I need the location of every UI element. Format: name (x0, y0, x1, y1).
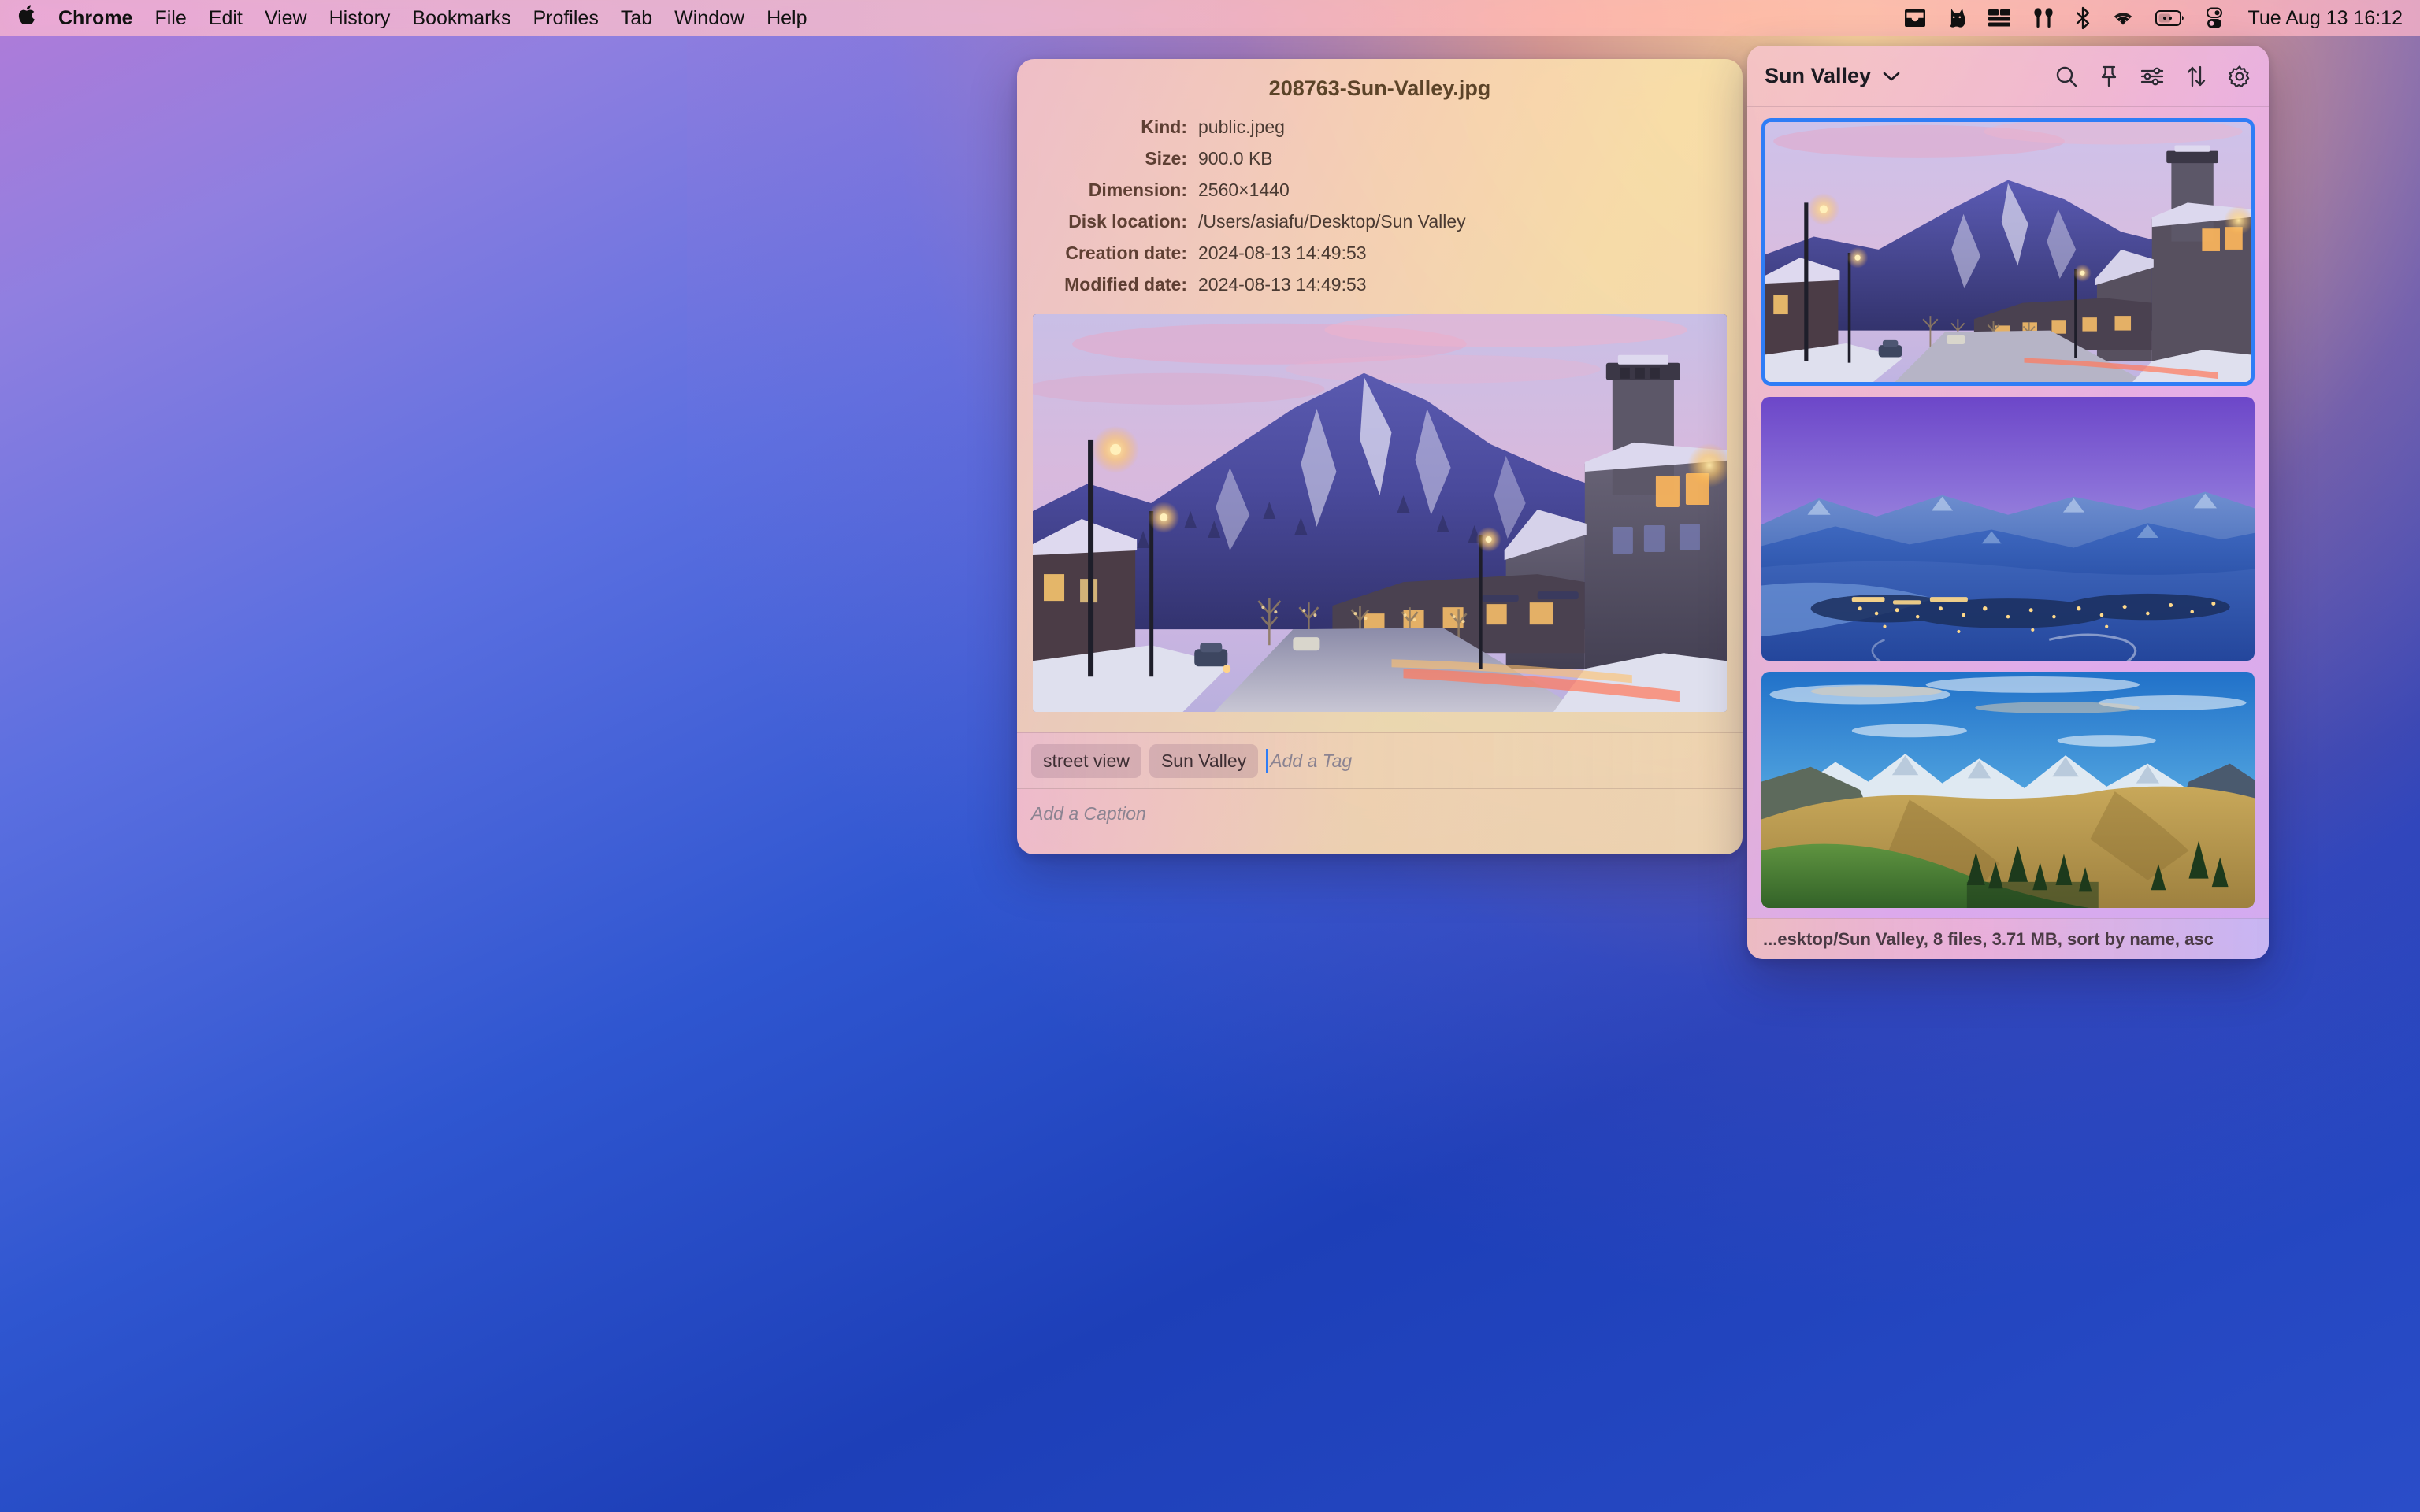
chevron-down-icon[interactable] (1882, 70, 1901, 83)
text-cursor (1266, 748, 1269, 773)
menu-item-profiles[interactable]: Profiles (533, 7, 598, 30)
menu-item-window[interactable]: Window (674, 7, 744, 30)
metadata-label-disk-location: Disk location: (1068, 211, 1187, 232)
metadata-label-kind: Kind: (1141, 117, 1187, 137)
sort-icon[interactable] (2185, 65, 2207, 88)
apple-logo-icon[interactable] (17, 3, 38, 32)
image-info-window: 208763-Sun-Valley.jpg Kind: public.jpeg … (1017, 59, 1743, 854)
gear-icon[interactable] (2228, 65, 2251, 88)
inbox-icon[interactable] (1903, 8, 1927, 28)
metadata-value-modified-date: 2024-08-13 14:49:53 (1198, 274, 1367, 295)
thumbnail-item[interactable] (1761, 397, 2255, 661)
image-browser-panel: Sun Valley ...esktop/Sun Valley, 8 files… (1747, 46, 2269, 959)
metadata-value-creation-date: 2024-08-13 14:49:53 (1198, 243, 1367, 263)
browser-header: Sun Valley (1747, 46, 2269, 107)
menu-item-tab[interactable]: Tab (621, 7, 652, 30)
airpods-icon[interactable] (2032, 7, 2055, 29)
metadata-label-dimension: Dimension: (1088, 180, 1187, 200)
metadata-label-modified-date: Modified date: (1064, 274, 1187, 295)
wifi-icon[interactable] (2110, 9, 2136, 28)
tag-bar[interactable]: street view Sun Valley Add a Tag (1017, 732, 1743, 789)
tag-pill-street-view[interactable]: street view (1031, 743, 1141, 778)
metadata-label-creation-date: Creation date: (1065, 243, 1187, 263)
menu-item-chrome[interactable]: Chrome (58, 7, 132, 30)
metadata-value-dimension: 2560×1440 (1198, 180, 1290, 200)
filter-icon[interactable] (2140, 65, 2165, 88)
control-center-icon[interactable] (2205, 7, 2224, 29)
thumbnail-item-selected[interactable] (1761, 118, 2255, 386)
thumbnail-list[interactable] (1747, 107, 2269, 918)
macos-menu-bar: Chrome File Edit View History Bookmarks … (0, 0, 2420, 36)
cat-icon[interactable] (1947, 7, 1967, 29)
metadata-list: Kind: public.jpeg Size: 900.0 KB Dimensi… (1017, 117, 1743, 306)
menu-item-file[interactable]: File (154, 7, 186, 30)
browser-status-bar: ...esktop/Sun Valley, 8 files, 3.71 MB, … (1747, 918, 2269, 959)
browser-toolbar (2054, 65, 2251, 88)
caption-placeholder: Add a Caption (1031, 803, 1146, 824)
metadata-label-size: Size: (1145, 148, 1187, 169)
bluetooth-icon[interactable] (2075, 6, 2091, 30)
menubar-status-area: Tue Aug 13 16:12 (1903, 6, 2403, 30)
menubar-clock[interactable]: Tue Aug 13 16:12 (2248, 7, 2403, 30)
menu-item-view[interactable]: View (265, 7, 307, 30)
menu-item-history[interactable]: History (329, 7, 391, 30)
thumbnail-item[interactable] (1761, 672, 2255, 908)
browser-folder-title[interactable]: Sun Valley (1765, 64, 1871, 88)
tag-input-placeholder: Add a Tag (1270, 750, 1353, 771)
tag-pill-sun-valley[interactable]: Sun Valley (1149, 743, 1259, 778)
search-icon[interactable] (2054, 65, 2078, 88)
stack-icon[interactable] (1987, 8, 2012, 28)
metadata-value-size: 900.0 KB (1198, 148, 1273, 169)
menu-item-help[interactable]: Help (766, 7, 807, 30)
window-title: 208763-Sun-Valley.jpg (1268, 76, 1491, 100)
metadata-value-disk-location: /Users/asiafu/Desktop/Sun Valley (1198, 211, 1466, 232)
menu-item-bookmarks[interactable]: Bookmarks (412, 7, 510, 30)
pin-icon[interactable] (2099, 65, 2119, 88)
menu-item-edit[interactable]: Edit (209, 7, 243, 30)
metadata-value-kind: public.jpeg (1198, 117, 1285, 137)
caption-field[interactable]: Add a Caption (1017, 789, 1743, 854)
battery-icon[interactable] (2155, 9, 2185, 27)
image-preview[interactable] (1033, 314, 1727, 712)
tag-input[interactable]: Add a Tag (1266, 748, 1353, 773)
